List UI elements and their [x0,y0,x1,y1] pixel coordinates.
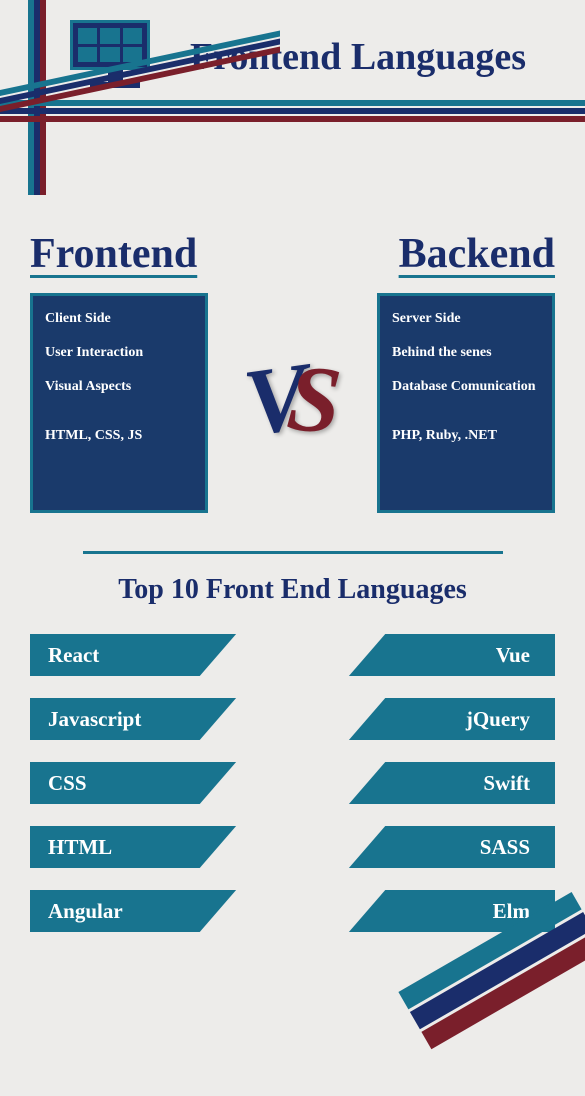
top10-title: Top 10 Front End Languages [30,574,555,606]
language-item: Swift [313,762,556,804]
comparison-headings: Frontend Backend [30,230,555,278]
vs-icon: VS [244,361,340,437]
language-item: Vue [313,634,556,676]
languages-grid: React Vue Javascript jQuery CSS Swift HT… [30,634,555,932]
backend-box: Server Side Behind the senes Database Co… [377,293,555,513]
frontend-tech: HTML, CSS, JS [45,427,193,445]
language-item: HTML [30,826,273,868]
language-item: Angular [30,890,273,932]
top10-section: Top 10 Front End Languages React Vue Jav… [0,554,585,952]
comparison-boxes: Client Side User Interaction Visual Aspe… [30,293,555,513]
language-item: React [30,634,273,676]
backend-item: Behind the senes [392,344,540,362]
frontend-heading: Frontend [30,230,197,278]
header: Frontend Languages [0,0,585,210]
backend-item: Server Side [392,310,540,328]
language-item: Javascript [30,698,273,740]
frontend-box: Client Side User Interaction Visual Aspe… [30,293,208,513]
language-item: SASS [313,826,556,868]
backend-item: Database Comunication [392,378,540,396]
language-item: CSS [30,762,273,804]
vs-letter-s: S [285,358,344,438]
comparison-section: Frontend Backend Client Side User Intera… [0,210,585,533]
frontend-item: Client Side [45,310,193,328]
frontend-item: Visual Aspects [45,378,193,396]
frontend-item: User Interaction [45,344,193,362]
language-item: jQuery [313,698,556,740]
backend-tech: PHP, Ruby, .NET [392,427,540,445]
backend-heading: Backend [399,230,555,278]
